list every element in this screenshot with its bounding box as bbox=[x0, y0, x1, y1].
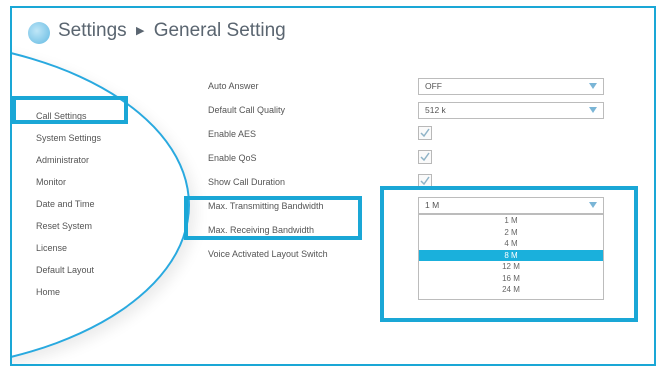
auto-answer-label: Auto Answer bbox=[208, 81, 259, 91]
chevron-down-icon bbox=[589, 83, 597, 89]
sidebar-item-license[interactable]: License bbox=[36, 243, 67, 253]
sidebar-item-default-layout[interactable]: Default Layout bbox=[36, 265, 94, 275]
default-call-quality-label: Default Call Quality bbox=[208, 105, 286, 115]
checkmark-icon bbox=[420, 152, 430, 162]
page-title: Settings ▶ General Setting bbox=[58, 20, 286, 42]
default-call-quality-value: 512 k bbox=[425, 105, 446, 115]
enable-qos-label: Enable QoS bbox=[208, 153, 257, 163]
sidebar-item-date-and-time[interactable]: Date and Time bbox=[36, 199, 95, 209]
settings-logo-icon bbox=[28, 22, 50, 44]
show-call-duration-label: Show Call Duration bbox=[208, 177, 286, 187]
enable-aes-checkbox[interactable] bbox=[418, 126, 432, 140]
auto-answer-select[interactable]: OFF bbox=[418, 78, 604, 95]
sidebar-item-system-settings[interactable]: System Settings bbox=[36, 133, 101, 143]
sidebar-item-monitor[interactable]: Monitor bbox=[36, 177, 66, 187]
chevron-down-icon bbox=[589, 107, 597, 113]
default-call-quality-select[interactable]: 512 k bbox=[418, 102, 604, 119]
call-settings-highlight-box bbox=[12, 96, 128, 124]
breadcrumb-arrow-icon: ▶ bbox=[135, 25, 145, 37]
sidebar-item-administrator[interactable]: Administrator bbox=[36, 155, 89, 165]
enable-qos-checkbox[interactable] bbox=[418, 150, 432, 164]
voice-activated-layout-switch-label: Voice Activated Layout Switch bbox=[208, 249, 328, 259]
bandwidth-dropdown-highlight-box bbox=[380, 186, 638, 322]
bandwidth-labels-highlight-box bbox=[184, 196, 362, 240]
sidebar-item-home[interactable]: Home bbox=[36, 287, 60, 297]
section-title: General Setting bbox=[153, 20, 286, 41]
app-title: Settings bbox=[58, 20, 127, 41]
enable-aes-label: Enable AES bbox=[208, 129, 257, 139]
auto-answer-value: OFF bbox=[425, 81, 442, 91]
checkmark-icon bbox=[420, 176, 430, 186]
header: Settings ▶ General Setting bbox=[12, 8, 654, 58]
sidebar-item-reset-system[interactable]: Reset System bbox=[36, 221, 92, 231]
checkmark-icon bbox=[420, 128, 430, 138]
